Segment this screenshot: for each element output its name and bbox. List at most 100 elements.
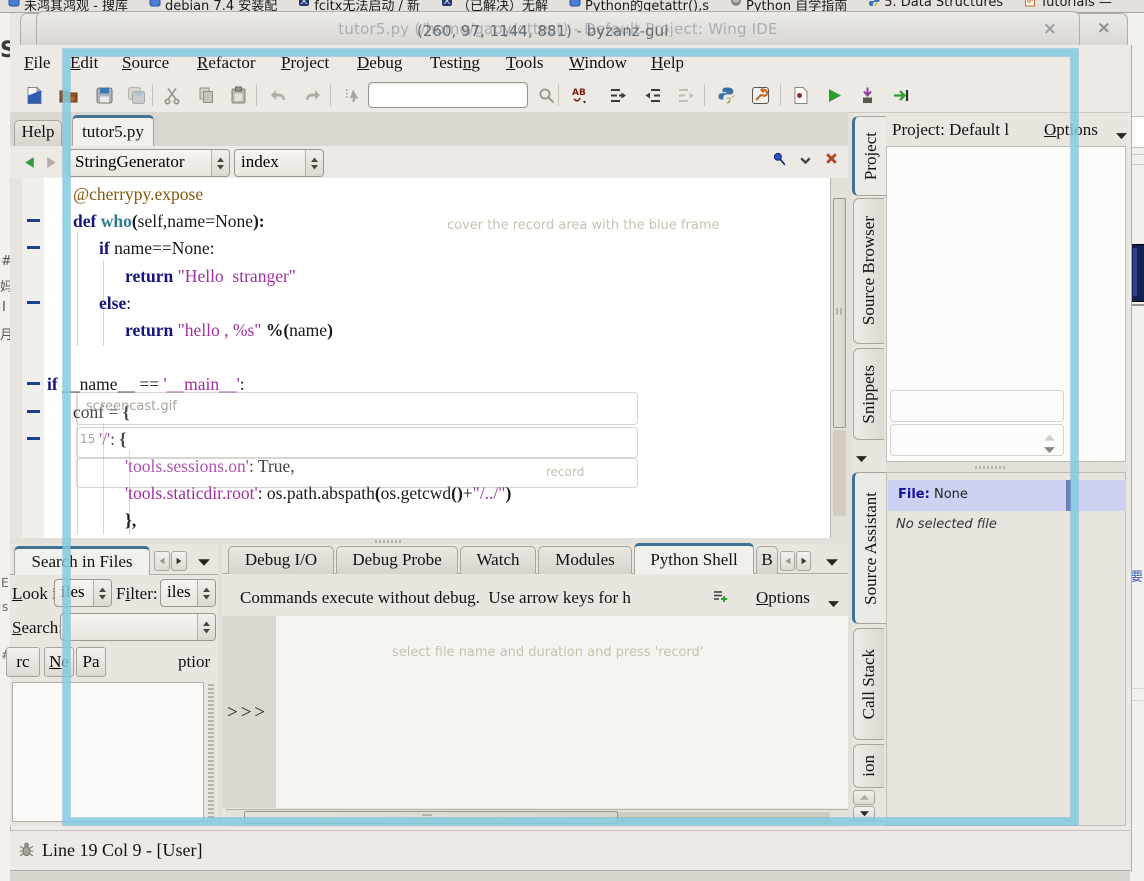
menu-debug[interactable]: Debug <box>357 53 402 73</box>
project-options-button[interactable]: Options <box>1044 120 1098 140</box>
window-close-button[interactable]: × <box>1043 19 1057 39</box>
member-combo[interactable]: index <box>234 149 324 177</box>
search-tab-scroll-left[interactable] <box>154 551 170 571</box>
fold-marker[interactable] <box>27 437 40 440</box>
search-button-pa[interactable]: Pa <box>76 647 106 677</box>
python-shell-icon[interactable] <box>712 81 740 109</box>
list-add-icon[interactable] <box>712 588 730 606</box>
shell-tab-scroll-left[interactable] <box>780 551 795 571</box>
undo-icon[interactable] <box>264 81 292 109</box>
spell-check-icon[interactable]: AB <box>566 81 594 109</box>
vtab-call-stack[interactable]: Call Stack <box>853 628 884 740</box>
menu-testing[interactable]: Testing <box>430 53 480 73</box>
search-panel-scrollstrip[interactable] <box>208 684 214 820</box>
indent-right-icon[interactable] <box>604 81 632 109</box>
search-results-list[interactable] <box>12 682 204 822</box>
tab-search-in-files[interactable]: Search in Files <box>14 546 150 575</box>
editor-tab-tutor5-py[interactable]: tutor5.py <box>72 115 154 146</box>
find-icon[interactable] <box>532 81 560 109</box>
search-button-ne[interactable]: Ne <box>44 647 74 677</box>
tab-debug-i-o[interactable]: Debug I/O <box>228 546 334 574</box>
search-query-combo-spinner[interactable] <box>197 614 215 640</box>
vtab-project[interactable]: Project <box>852 116 886 196</box>
menu-edit[interactable]: Edit <box>70 53 98 73</box>
menu-source[interactable]: Source <box>122 53 169 73</box>
nav-back-icon[interactable] <box>22 155 38 171</box>
select-mode-icon[interactable] <box>338 81 366 109</box>
indent-match-icon[interactable] <box>672 81 700 109</box>
right-panel-splitter[interactable] <box>886 462 1128 472</box>
cut-icon[interactable] <box>158 81 186 109</box>
menu-project[interactable]: Project <box>281 53 329 73</box>
tab-debug-probe[interactable]: Debug Probe <box>336 546 458 574</box>
editor-tab-help[interactable]: Help <box>14 120 62 146</box>
shell-panel-menu-icon[interactable] <box>826 553 838 562</box>
toolbar-search-input[interactable] <box>368 82 528 108</box>
indent-left-icon[interactable] <box>638 81 666 109</box>
shell-prompt[interactable]: >>> <box>227 702 268 724</box>
editor-vscrollbar[interactable] <box>830 178 849 538</box>
shell-hscrollbar[interactable] <box>226 809 848 827</box>
save-icon[interactable] <box>90 81 118 109</box>
vtab-source-browser[interactable]: Source Browser <box>853 198 884 344</box>
search-button-rc[interactable]: rc <box>6 647 40 677</box>
search-look-in-combo[interactable]: iles <box>54 579 112 607</box>
fold-marker[interactable] <box>27 219 40 222</box>
bookmark-item[interactable]: （已解决）无解 <box>441 0 548 7</box>
vtab-snippets[interactable]: Snippets <box>853 348 884 440</box>
search-filter-combo-spinner[interactable] <box>197 580 215 606</box>
vtab-scroll-up[interactable] <box>853 790 875 805</box>
fold-marker[interactable] <box>27 410 40 413</box>
bookmark-item[interactable]: Tutorials — <box>1024 0 1112 7</box>
tab-python-shell[interactable]: Python Shell <box>634 543 754 574</box>
paste-icon[interactable] <box>224 81 252 109</box>
bookmark-item[interactable]: fcitx无法启动 / 新 <box>298 0 420 7</box>
search-panel-menu-icon[interactable] <box>198 553 210 562</box>
breakpoint-file-icon[interactable] <box>786 81 814 109</box>
fold-marker[interactable] <box>27 246 40 249</box>
chevron-down-icon[interactable] <box>798 153 814 169</box>
menu-window[interactable]: Window <box>569 53 627 73</box>
vtab-scroll-down[interactable] <box>853 806 875 821</box>
vtab-ion[interactable]: ion <box>853 744 884 788</box>
close-red-icon[interactable] <box>824 151 840 167</box>
menu-tools[interactable]: Tools <box>506 53 544 73</box>
fold-marker[interactable] <box>27 301 40 304</box>
shell-options-button[interactable]: Options <box>756 588 810 608</box>
new-file-icon[interactable] <box>20 81 48 109</box>
window-close-button-back[interactable]: × <box>1097 18 1111 38</box>
step-into-icon[interactable] <box>887 81 915 109</box>
bookmark-item[interactable]: Python 自学指南 <box>730 0 847 7</box>
class-combo-spinner[interactable] <box>211 150 229 176</box>
vtab-source-assistant[interactable]: Source Assistant <box>852 472 886 624</box>
bookmark-item[interactable]: 5. Data Structures <box>868 0 1003 7</box>
copy-icon[interactable] <box>192 81 220 109</box>
fold-margin[interactable] <box>22 178 45 538</box>
open-folder-icon[interactable] <box>54 81 82 109</box>
tab-modules[interactable]: Modules <box>538 546 632 574</box>
bookmark-item[interactable]: Python的getattr(),s <box>569 0 709 7</box>
search-tab-scroll-right[interactable] <box>171 551 187 571</box>
nav-forward-icon[interactable] <box>44 155 60 171</box>
save-copy-icon[interactable] <box>122 81 150 109</box>
member-combo-spinner[interactable] <box>305 150 323 176</box>
tab-b[interactable]: B <box>756 546 778 574</box>
bug-icon[interactable] <box>18 841 36 859</box>
right-panel-collapse-icon[interactable] <box>856 450 867 458</box>
menu-help[interactable]: Help <box>651 53 684 73</box>
debug-to-cursor-icon[interactable] <box>853 81 881 109</box>
fold-marker[interactable] <box>27 382 40 385</box>
search-look-in-combo-spinner[interactable] <box>93 580 111 606</box>
toolbox-icon[interactable] <box>746 81 774 109</box>
menu-refactor[interactable]: Refactor <box>197 53 256 73</box>
class-combo[interactable]: StringGenerator <box>68 149 230 177</box>
tab-watch[interactable]: Watch <box>460 546 536 574</box>
pin-icon[interactable] <box>772 152 788 168</box>
menu-file[interactable]: File <box>24 53 50 73</box>
search-query-combo[interactable] <box>60 613 216 641</box>
shell-tab-scroll-right[interactable] <box>796 551 811 571</box>
run-icon[interactable] <box>820 81 848 109</box>
search-filter-combo[interactable]: iles <box>160 579 216 607</box>
bookmark-item[interactable]: debian 7.4 安装配 <box>149 0 277 7</box>
bookmark-item[interactable]: 未鸿其鸿观 - 搜库 <box>8 0 128 7</box>
